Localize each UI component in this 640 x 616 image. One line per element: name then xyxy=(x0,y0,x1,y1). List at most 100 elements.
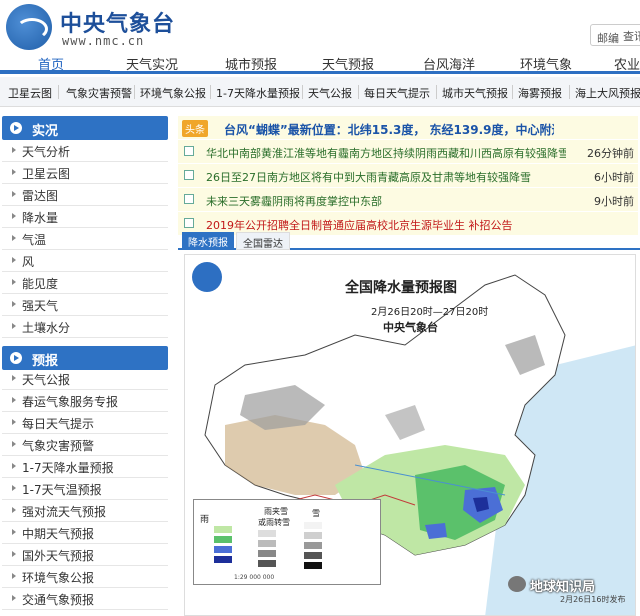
subnav-weather-bulletin[interactable]: 天气公报 xyxy=(308,85,352,101)
news-item-text[interactable]: 华北中南部黄淮江淮等地有霾南方地区持续阴雨西藏和川西高原有较强降雪 xyxy=(206,145,566,161)
sidebar-item-label: 卫星云图 xyxy=(22,167,71,181)
sidebar-item-temperature[interactable]: 气温 xyxy=(2,228,168,250)
sidebar-item-convective[interactable]: 强对流天气预报 xyxy=(2,500,168,522)
bullet-icon xyxy=(12,147,16,153)
watermark-text: 地球知识局 xyxy=(530,580,596,595)
legend-swatch xyxy=(304,562,322,569)
bullet-icon xyxy=(12,551,16,557)
sidebar-item-precip-forecast[interactable]: 1-7天降水量预报 xyxy=(2,456,168,478)
news-item[interactable]: 26日至27日南方地区将有中到大雨青藏高原及甘肃等地有较强降雪 6小时前 xyxy=(178,164,638,188)
sidebar-item-weather-bulletin[interactable]: 天气公报 xyxy=(2,368,168,390)
subnav-disaster-warning[interactable]: 气象灾害预警 xyxy=(66,85,132,101)
subnav-divider xyxy=(569,85,570,99)
nav-weather-live[interactable]: 天气实况 xyxy=(126,54,178,73)
bullet-icon xyxy=(12,375,16,381)
subnav-city-forecast[interactable]: 城市天气预报 xyxy=(442,85,508,101)
sidebar-item-label: 1-7天降水量预报 xyxy=(22,461,114,475)
bullet-icon xyxy=(12,279,16,285)
play-icon xyxy=(10,122,22,134)
sidebar-section-observations[interactable]: 实况 xyxy=(2,116,168,140)
legend-swatch xyxy=(214,556,232,563)
news-item[interactable]: 未来三天雾霾阴雨将再度掌控中东部 9小时前 xyxy=(178,188,638,212)
news-item-time: 6小时前 xyxy=(594,171,634,184)
legend-sleet-sub-label: 或雨转雪 xyxy=(258,518,290,527)
play-icon xyxy=(10,352,22,364)
news-item-text[interactable]: 未来三天雾霾阴雨将再度掌控中东部 xyxy=(206,193,566,209)
legend-swatch xyxy=(214,536,232,543)
sidebar-item-precipitation[interactable]: 降水量 xyxy=(2,206,168,228)
sidebar-item-label: 强天气 xyxy=(22,299,59,313)
nav-typhoon-ocean[interactable]: 台风海洋 xyxy=(423,54,475,73)
sidebar-item-medium-range[interactable]: 中期天气预报 xyxy=(2,522,168,544)
sidebar-section-forecast[interactable]: 预报 xyxy=(2,346,168,370)
subnav-satellite[interactable]: 卫星云图 xyxy=(8,85,52,101)
news-item-text[interactable]: 26日至27日南方地区将有中到大雨青藏高原及甘肃等地有较强降雪 xyxy=(206,169,566,185)
bullet-icon xyxy=(12,397,16,403)
sidebar-item-satellite[interactable]: 卫星云图 xyxy=(2,162,168,184)
nav-environment[interactable]: 环境气象 xyxy=(520,54,572,73)
nav-city-forecast[interactable]: 城市预报 xyxy=(225,54,277,73)
search-label: 查讯 xyxy=(623,30,640,43)
sidebar-item-label: 雷达图 xyxy=(22,189,59,203)
nav-agriculture[interactable]: 农业 xyxy=(614,54,640,73)
main-nav: 首页 天气实况 城市预报 天气预报 台风海洋 环境气象 农业 xyxy=(0,52,640,74)
bullet-icon xyxy=(12,301,16,307)
subnav-daily-tips[interactable]: 每日天气提示 xyxy=(364,85,430,101)
mail-link[interactable]: 邮编 xyxy=(597,30,619,46)
subnav-divider xyxy=(58,85,59,99)
sidebar-item-label: 中期天气预报 xyxy=(22,527,95,541)
subnav-sea-wind[interactable]: 海上大风预报 xyxy=(575,85,640,101)
subnav-precip-forecast[interactable]: 1-7天降水量预报 xyxy=(216,85,300,101)
sidebar-item-spring-festival[interactable]: 春运气象服务专报 xyxy=(2,390,168,412)
subnav-divider xyxy=(210,85,211,99)
headline-badge: 头条 xyxy=(182,120,208,137)
headline-text[interactable]: 台风“蝴蝶”最新位置：北纬15.3度， 东经139.9度，中心附近最大... xyxy=(224,121,554,138)
subnav-divider xyxy=(512,85,513,99)
map-date: 2月26日20时—27日20时 xyxy=(371,307,489,318)
sub-nav: 卫星云图 气象灾害预警 环境气象公报 1-7天降水量预报 天气公报 每日天气提示… xyxy=(0,77,640,107)
sidebar-item-label: 能见度 xyxy=(22,277,59,291)
subnav-divider xyxy=(436,85,437,99)
sidebar-item-severe-weather[interactable]: 强天气 xyxy=(2,294,168,316)
legend-swatch xyxy=(304,532,322,539)
site-header: 中央气象台 www.nmc.cn 查讯 邮编 xyxy=(0,0,640,52)
nav-weather-forecast[interactable]: 天气预报 xyxy=(322,54,374,73)
legend-swatch xyxy=(214,526,232,533)
sidebar-item-soil-moisture[interactable]: 土壤水分 xyxy=(2,316,168,338)
nav-active-indicator xyxy=(0,70,110,74)
sidebar-item-foreign-forecast[interactable]: 国外天气预报 xyxy=(2,544,168,566)
sidebar-item-traffic[interactable]: 交通气象预报 xyxy=(2,588,168,610)
bullet-icon xyxy=(12,485,16,491)
sidebar-item-radar[interactable]: 雷达图 xyxy=(2,184,168,206)
news-item-time: 9小时前 xyxy=(594,195,634,208)
bullet-icon xyxy=(12,573,16,579)
headline-row[interactable]: 头条 台风“蝴蝶”最新位置：北纬15.3度， 东经139.9度，中心附近最大..… xyxy=(178,116,638,140)
sidebar-item-daily-tips[interactable]: 每日天气提示 xyxy=(2,412,168,434)
sidebar-item-label: 每日天气提示 xyxy=(22,417,95,431)
sidebar-item-weather-analysis[interactable]: 天气分析 xyxy=(2,140,168,162)
sidebar-item-label: 天气公报 xyxy=(22,373,71,387)
legend-sleet-label: 雨夹雪 xyxy=(264,507,288,516)
precip-map[interactable]: 全国降水量预报图 2月26日20时—27日20时 中央气象台 雨 雨夹雪 或雨转… xyxy=(184,254,636,616)
sidebar-item-temp-forecast[interactable]: 1-7天气温预报 xyxy=(2,478,168,500)
subnav-env-bulletin[interactable]: 环境气象公报 xyxy=(140,85,206,101)
sidebar-item-disaster-warning[interactable]: 气象灾害预警 xyxy=(2,434,168,456)
document-icon xyxy=(184,218,194,228)
nmc-logo-icon[interactable] xyxy=(6,4,52,50)
map-legend: 雨 雨夹雪 或雨转雪 雪 1:29 000 000 xyxy=(193,499,381,585)
tab-national-radar[interactable]: 全国雷达 xyxy=(236,232,290,250)
sidebar-item-label: 气温 xyxy=(22,233,47,247)
legend-swatch xyxy=(258,560,276,567)
notice-text[interactable]: 2019年公开招聘全日制普通应届高校北京生源毕业生 补招公告 xyxy=(206,217,566,233)
sidebar-item-label: 1-7天气温预报 xyxy=(22,483,102,497)
bullet-icon xyxy=(12,323,16,329)
bullet-icon xyxy=(12,595,16,601)
news-item[interactable]: 华北中南部黄淮江淮等地有霾南方地区持续阴雨西藏和川西高原有较强降雪 26分钟前 xyxy=(178,140,638,164)
sidebar-item-wind[interactable]: 风 xyxy=(2,250,168,272)
sidebar-item-label: 国外天气预报 xyxy=(22,549,95,563)
subnav-sea-fog[interactable]: 海雾预报 xyxy=(518,85,562,101)
tab-precip-forecast[interactable]: 降水预报 xyxy=(182,232,234,250)
sidebar-item-env-bulletin[interactable]: 环境气象公报 xyxy=(2,566,168,588)
sidebar-item-label: 春运气象服务专报 xyxy=(22,395,119,409)
sidebar-item-visibility[interactable]: 能见度 xyxy=(2,272,168,294)
